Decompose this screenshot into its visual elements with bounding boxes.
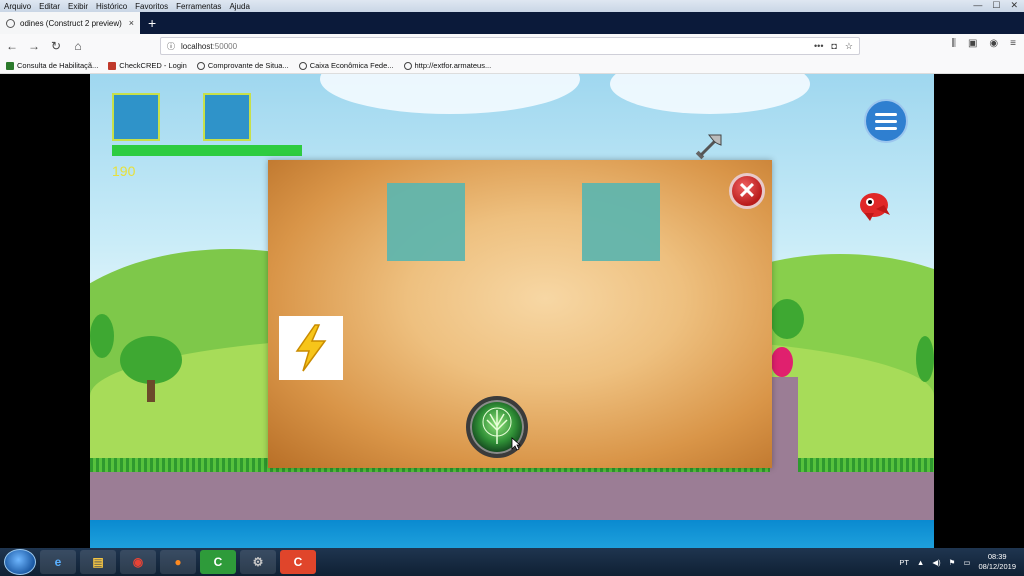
cloud [610, 74, 810, 114]
dialog-slot-1[interactable] [387, 183, 465, 261]
language-indicator[interactable]: PT [899, 558, 909, 567]
game-canvas[interactable]: 190 ✕ [90, 74, 934, 548]
taskbar-firefox-icon[interactable]: ● [160, 550, 196, 574]
window-controls: — ☐ ✕ [973, 0, 1018, 11]
bookmark-favicon-icon [108, 61, 117, 70]
axe-icon[interactable] [695, 131, 725, 161]
bookmark-label: http://extfor.armateus... [414, 61, 492, 70]
mouse-cursor-icon [511, 437, 521, 451]
bookmark-item[interactable]: Comprovante de Situa... [196, 61, 289, 70]
inventory-slot-1[interactable] [112, 93, 160, 141]
taskbar-settings-icon[interactable]: ⚙ [240, 550, 276, 574]
site-info-icon[interactable]: ⓘ [167, 41, 175, 52]
water [90, 520, 934, 548]
cloud [320, 74, 580, 114]
clock-date: 08/12/2019 [978, 562, 1016, 571]
new-tab-button[interactable]: + [140, 12, 164, 34]
start-button[interactable] [4, 549, 36, 575]
menu-ajuda[interactable]: Ajuda [225, 2, 253, 11]
menu-editar[interactable]: Editar [35, 2, 64, 11]
bookmark-item[interactable]: Consulta de Habilitaçã... [6, 61, 98, 70]
clock[interactable]: 08:39 08/12/2019 [978, 552, 1016, 572]
hamburger-browser-menu-icon[interactable]: ≡ [1010, 38, 1016, 49]
tray-expand-icon[interactable]: ▲ [917, 558, 924, 567]
close-dialog-button[interactable]: ✕ [729, 173, 765, 209]
bookmark-item[interactable]: CheckCRED - Login [108, 61, 187, 70]
toolbar-right: ⫼ ▣ ◉ ≡ [951, 38, 1016, 49]
clock-time: 08:39 [987, 552, 1007, 561]
menu-exibir[interactable]: Exibir [64, 2, 92, 11]
globe-icon [403, 61, 412, 70]
bookmark-star-icon[interactable]: ☆ [845, 41, 853, 52]
tab-close-icon[interactable]: × [129, 18, 134, 28]
tab-game-preview[interactable]: odines (Construct 2 preview) × [0, 12, 140, 34]
taskbar-construct-icon[interactable]: C [280, 550, 316, 574]
stone-pillar [770, 377, 798, 472]
account-icon[interactable]: ◉ [989, 38, 998, 49]
bookmarks-bar: Consulta de Habilitaçã... CheckCRED - Lo… [0, 58, 1024, 74]
bookmark-item[interactable]: Caixa Econômica Fede... [298, 61, 394, 70]
tree [120, 336, 182, 406]
forward-icon[interactable]: → [24, 36, 44, 56]
health-bar [112, 145, 302, 156]
bookmark-item[interactable]: http://extfor.armateus... [403, 61, 492, 70]
system-tray: PT ▲ ◀) ⚑ ▭ 08:39 08/12/2019 [899, 548, 1016, 576]
menu-historico[interactable]: Histórico [92, 2, 131, 11]
flag-icon[interactable]: ⚑ [949, 558, 956, 567]
library-icon[interactable]: ⫼ [951, 38, 956, 49]
globe-icon [196, 61, 205, 70]
tree [916, 336, 934, 386]
taskbar-camtasia-icon[interactable]: C [200, 550, 236, 574]
tab-bar: odines (Construct 2 preview) × + [0, 12, 1024, 34]
taskbar-chrome-icon[interactable]: ◉ [120, 550, 156, 574]
inventory-slot-2[interactable] [203, 93, 251, 141]
windows-taskbar: e ▤ ◉ ● C ⚙ C PT ▲ ◀) ⚑ ▭ 08:39 08/12/20… [0, 548, 1024, 576]
maximize-icon[interactable]: ☐ [992, 0, 1000, 11]
volume-icon[interactable]: ◀) [932, 558, 940, 567]
page-actions-icon[interactable]: ••• [814, 41, 823, 52]
inventory-dialog: ✕ [268, 160, 772, 468]
screen: Arquivo Editar Exibir Histórico Favorito… [0, 0, 1024, 576]
menu-ferramentas[interactable]: Ferramentas [172, 2, 225, 11]
network-icon[interactable]: ▭ [963, 558, 970, 567]
globe-icon [298, 61, 307, 70]
pink-orb[interactable] [771, 347, 793, 377]
page-favicon-icon [6, 18, 15, 28]
tree [90, 314, 114, 374]
url-host: localhost [181, 41, 213, 51]
minimize-icon[interactable]: — [973, 0, 982, 11]
menu-arquivo[interactable]: Arquivo [0, 2, 35, 11]
pocket-icon[interactable]: ◘ [831, 41, 836, 52]
browser-menu-bar: Arquivo Editar Exibir Histórico Favorito… [0, 0, 1024, 12]
back-icon[interactable]: ← [2, 36, 22, 56]
dialog-slot-2[interactable] [582, 183, 660, 261]
url-bar[interactable]: ⓘ localhost:50000 ••• ◘ ☆ [160, 37, 860, 55]
tab-title: odines (Construct 2 preview) [20, 18, 122, 28]
bookmark-label: CheckCRED - Login [119, 61, 187, 70]
taskbar-ie-icon[interactable]: e [40, 550, 76, 574]
close-window-icon[interactable]: ✕ [1010, 0, 1018, 11]
score-value: 190 [112, 163, 136, 179]
nav-bar: ← → ↻ ⌂ ⓘ localhost:50000 ••• ◘ ☆ ⫼ ▣ ◉ … [0, 34, 1024, 58]
reload-icon[interactable]: ↻ [46, 36, 66, 56]
red-bird-enemy[interactable] [856, 187, 892, 223]
home-icon[interactable]: ⌂ [68, 36, 88, 56]
url-port: :50000 [212, 41, 238, 51]
menu-favoritos[interactable]: Favoritos [131, 2, 172, 11]
bookmark-label: Comprovante de Situa... [207, 61, 289, 70]
bookmark-favicon-icon [6, 61, 14, 70]
bookmark-label: Caixa Econômica Fede... [309, 61, 394, 70]
ground-platform [90, 472, 934, 520]
tree [770, 299, 804, 349]
hamburger-menu-icon[interactable] [864, 99, 908, 143]
taskbar-explorer-icon[interactable]: ▤ [80, 550, 116, 574]
bookmark-label: Consulta de Habilitaçã... [17, 61, 99, 70]
sidebar-icon[interactable]: ▣ [968, 38, 977, 49]
lightning-bolt-icon[interactable] [279, 316, 343, 380]
